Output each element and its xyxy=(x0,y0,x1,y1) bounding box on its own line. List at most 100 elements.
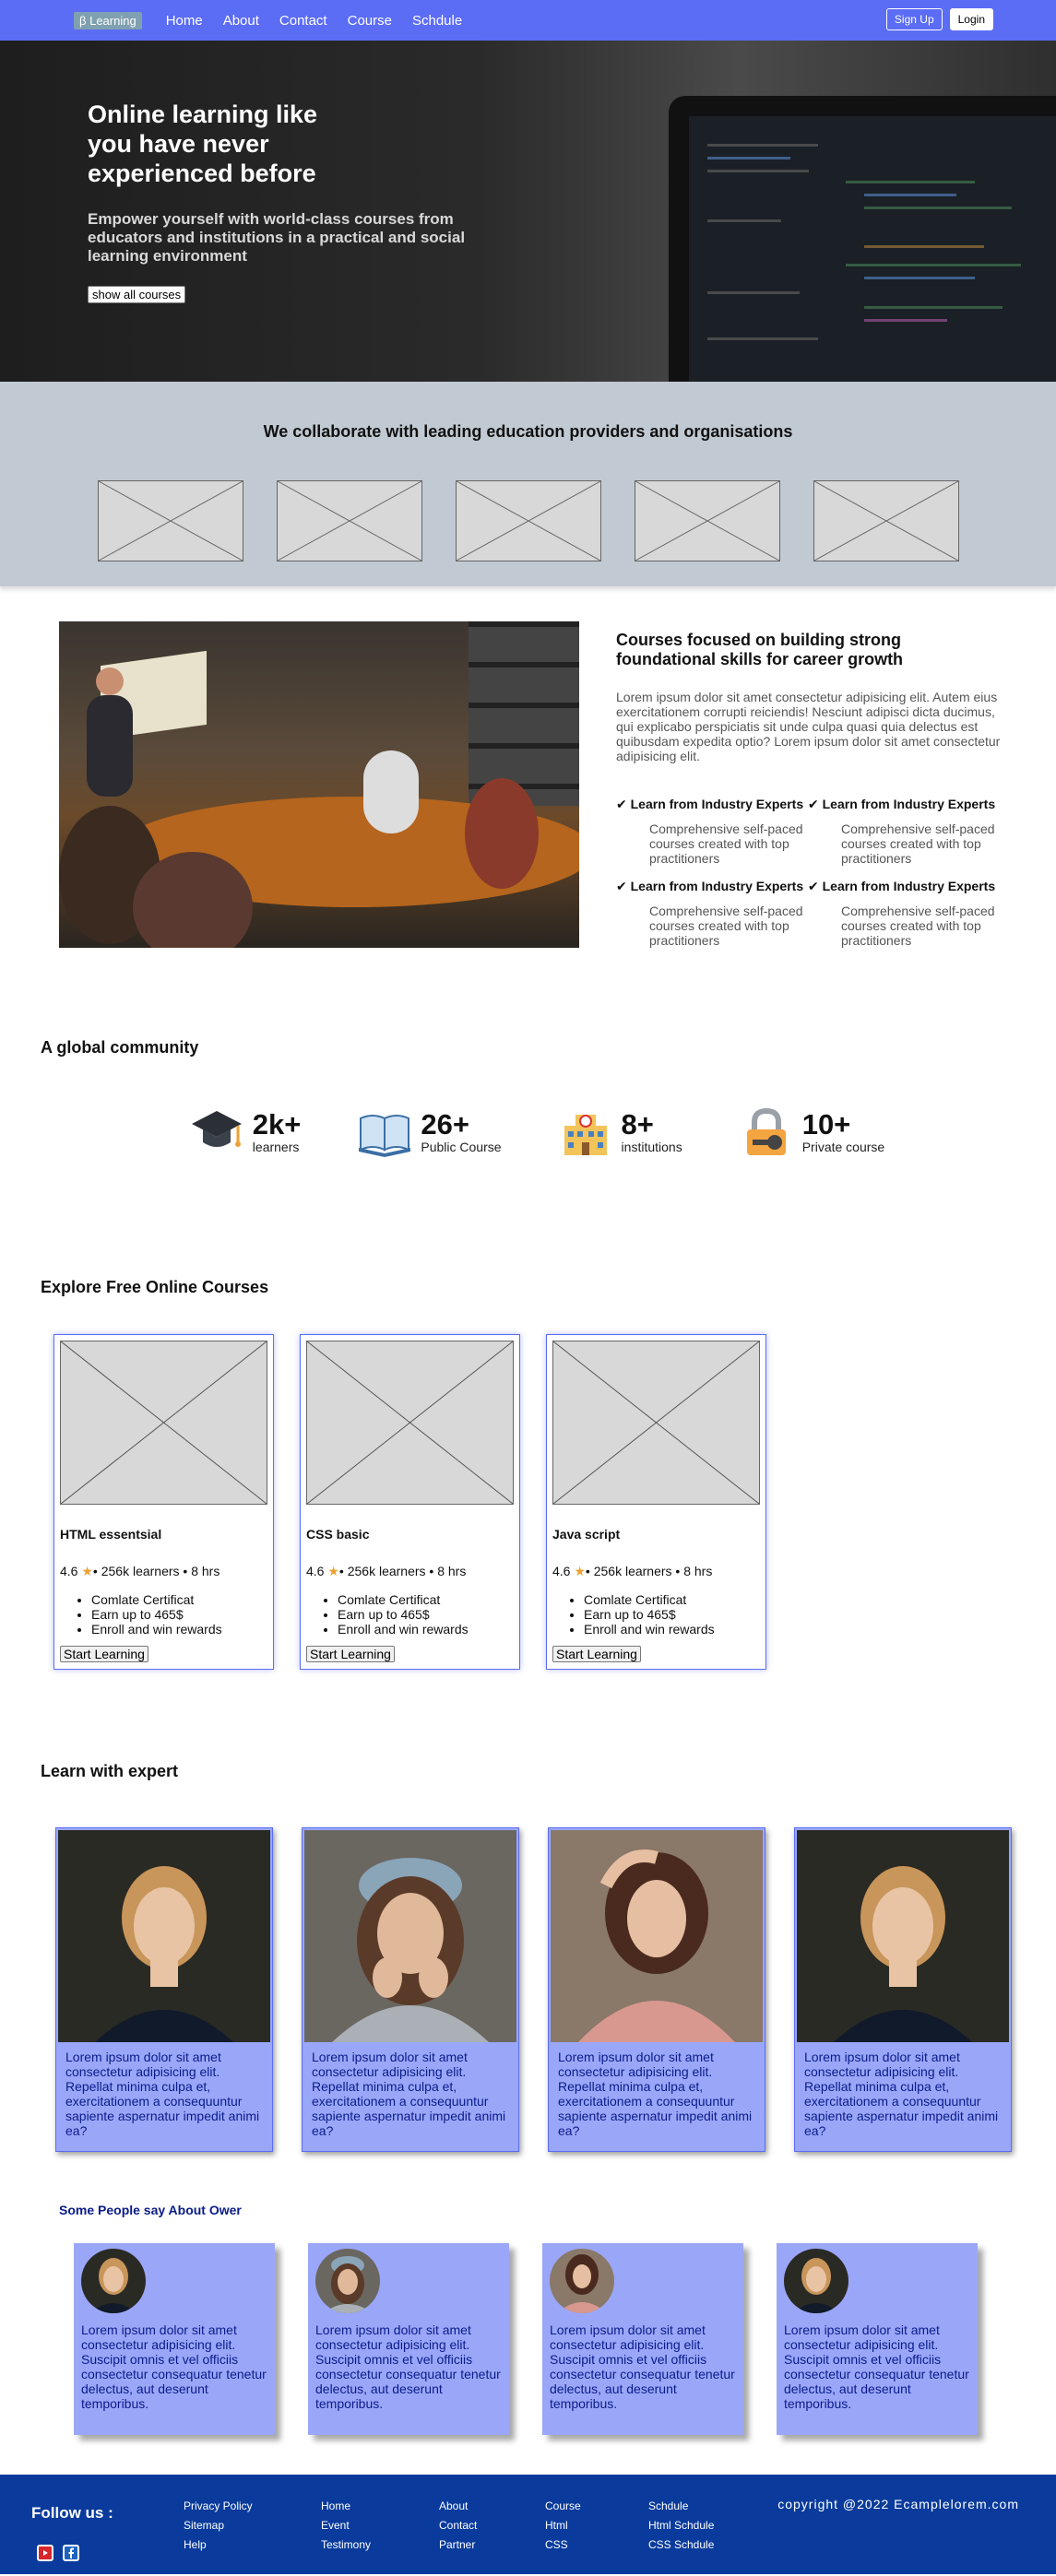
expert-photo xyxy=(58,1830,270,2042)
course-perks: Comlate Certificat Earn up to 465$ Enrol… xyxy=(60,1592,267,1637)
course-title: HTML essentsial xyxy=(60,1527,162,1542)
testimonial-card-row: Lorem ipsum dolor sit amet consectetur a… xyxy=(0,2243,1056,2435)
footer-link-html-schedule[interactable]: Html Schdule xyxy=(648,2516,714,2535)
nav-link-home[interactable]: Home xyxy=(166,13,203,29)
stat-private-course: 10+ Private course xyxy=(740,1105,884,1159)
feature-description: Comprehensive self-paced courses created… xyxy=(841,821,995,866)
expert-bio: Lorem ipsum dolor sit amet consectetur a… xyxy=(312,2050,506,2138)
footer-column-schedule: Schdule Html Schdule CSS Schdule xyxy=(648,2497,714,2555)
footer-link-event[interactable]: Event xyxy=(321,2516,371,2535)
footer-link-html[interactable]: Html xyxy=(545,2516,581,2535)
footer-link-about[interactable]: About xyxy=(439,2497,477,2516)
nav-link-about[interactable]: About xyxy=(223,13,259,29)
feature-item: ✔ Learn from Industry Experts Comprehensi… xyxy=(616,879,808,948)
footer-link-schedule[interactable]: Schdule xyxy=(648,2497,714,2516)
footer-column-legal: Privacy Policy Sitemap Help xyxy=(184,2497,253,2555)
stat-label: institutions xyxy=(621,1140,682,1154)
expert-bio: Lorem ipsum dolor sit amet consectetur a… xyxy=(558,2050,753,2138)
course-rating: 4.6 ★• 256k learners • 8 hrs xyxy=(306,1564,467,1578)
feature-description: Comprehensive self-paced courses created… xyxy=(841,904,995,948)
site-footer: Follow us : Privacy Policy Sitemap Help … xyxy=(0,2475,1056,2574)
start-learning-button[interactable]: Start Learning xyxy=(306,1646,395,1662)
stat-number: 2k+ xyxy=(252,1108,302,1140)
testimonial-text: Lorem ipsum dolor sit amet consectetur a… xyxy=(550,2322,735,2411)
stats-row: 2k+ learners 26+ Public Course 8+ instituti… xyxy=(0,1105,1056,1159)
footer-link-help[interactable]: Help xyxy=(184,2535,253,2555)
partner-logo-placeholder xyxy=(634,480,780,561)
course-card: Java script 4.6 ★• 256k learners • 8 hrs… xyxy=(546,1334,766,1670)
stat-public-course: 26+ Public Course xyxy=(358,1105,502,1159)
hero-banner: Online learning like you have never expe… xyxy=(0,41,1056,382)
feature-title: ✔ Learn from Industry Experts xyxy=(616,797,804,811)
testimonials-title: Some People say About Ower xyxy=(59,2203,242,2217)
follow-us-label: Follow us : xyxy=(31,2504,113,2522)
stat-number: 10+ xyxy=(801,1108,851,1140)
feature-item: ✔ Learn from Industry Experts Comprehensi… xyxy=(808,879,1000,948)
expert-photo xyxy=(551,1830,763,2042)
top-navbar: β Learning Home About Contact Course Sch… xyxy=(0,0,1056,41)
star-icon: ★ xyxy=(327,1564,339,1578)
free-courses-section: Explore Free Online Courses HTML essents… xyxy=(0,1278,1056,1762)
perk-item: Earn up to 465$ xyxy=(338,1607,514,1622)
copyright: copyright @2022 Ecamplelorem.com xyxy=(777,2497,1019,2511)
auth-buttons: Sign Up Login xyxy=(885,8,993,30)
perk-item: Enroll and win rewards xyxy=(338,1622,514,1637)
footer-link-partner[interactable]: Partner xyxy=(439,2535,477,2555)
focus-paragraph: Lorem ipsum dolor sit amet consectetur a… xyxy=(616,690,1001,763)
nav-link-course[interactable]: Course xyxy=(348,13,392,29)
partner-logo-placeholder xyxy=(276,480,422,561)
footer-link-css[interactable]: CSS xyxy=(545,2535,581,2555)
social-links xyxy=(37,2545,79,2561)
testimonial-text: Lorem ipsum dolor sit amet consectetur a… xyxy=(784,2322,969,2411)
course-image-placeholder xyxy=(552,1341,760,1505)
stat-institutions: 8+ institutions xyxy=(559,1105,682,1159)
signup-button[interactable]: Sign Up xyxy=(885,8,943,30)
stat-learners: 2k+ learners xyxy=(190,1105,302,1159)
footer-column-about: About Contact Partner xyxy=(439,2497,477,2555)
stat-label: learners xyxy=(252,1140,300,1154)
start-learning-button[interactable]: Start Learning xyxy=(60,1646,148,1662)
testimonial-card: Lorem ipsum dolor sit amet consectetur a… xyxy=(308,2243,509,2435)
course-image-placeholder xyxy=(306,1341,514,1505)
feature-item: ✔ Learn from Industry Experts Comprehensi… xyxy=(808,797,1000,866)
expert-card: Lorem ipsum dolor sit amet consectetur a… xyxy=(302,1827,519,2152)
footer-link-contact[interactable]: Contact xyxy=(439,2516,477,2535)
course-card: HTML essentsial 4.6 ★• 256k learners • 8… xyxy=(53,1334,274,1670)
course-card: CSS basic 4.6 ★• 256k learners • 8 hrs C… xyxy=(300,1334,520,1670)
login-button[interactable]: Login xyxy=(949,8,993,30)
footer-link-testimony[interactable]: Testimony xyxy=(321,2535,371,2555)
community-title: A global community xyxy=(41,1038,199,1057)
nav-link-schedule[interactable]: Schdule xyxy=(412,13,462,29)
expert-photo xyxy=(797,1830,1009,2042)
expert-card-row: Lorem ipsum dolor sit amet consectetur a… xyxy=(0,1827,1056,2152)
partner-logo-row xyxy=(0,480,1056,561)
start-learning-button[interactable]: Start Learning xyxy=(552,1646,641,1662)
footer-link-course[interactable]: Course xyxy=(545,2497,581,2516)
classroom-photo xyxy=(59,621,579,948)
locked-key-icon xyxy=(746,1107,786,1155)
footer-link-privacy-policy[interactable]: Privacy Policy xyxy=(184,2497,253,2516)
footer-link-home[interactable]: Home xyxy=(321,2497,371,2516)
footer-link-sitemap[interactable]: Sitemap xyxy=(184,2516,253,2535)
avatar xyxy=(784,2249,848,2313)
feature-title: ✔ Learn from Industry Experts xyxy=(808,879,996,893)
footer-link-css-schedule[interactable]: CSS Schdule xyxy=(648,2535,714,2555)
footer-column-course: Course Html CSS xyxy=(545,2497,581,2555)
nav-link-contact[interactable]: Contact xyxy=(279,13,327,29)
expert-card: Lorem ipsum dolor sit amet consectetur a… xyxy=(55,1827,273,2152)
avatar xyxy=(81,2249,146,2313)
perk-item: Earn up to 465$ xyxy=(584,1607,760,1622)
testimonial-card: Lorem ipsum dolor sit amet consectetur a… xyxy=(74,2243,275,2435)
hero-laptop-image xyxy=(669,96,1056,382)
youtube-icon[interactable] xyxy=(37,2545,53,2561)
community-section: A global community 2k+ learners 26+ Public… xyxy=(0,983,1056,1278)
graduation-cap-icon xyxy=(191,1111,242,1147)
free-courses-title: Explore Free Online Courses xyxy=(41,1278,269,1296)
footer-column-main: Home Event Testimony xyxy=(321,2497,371,2555)
show-all-courses-button[interactable]: show all courses xyxy=(88,286,186,303)
facebook-icon[interactable] xyxy=(63,2545,79,2561)
course-card-row: HTML essentsial 4.6 ★• 256k learners • 8… xyxy=(0,1334,1056,1670)
brand-logo[interactable]: β Learning xyxy=(74,11,142,30)
perk-item: Earn up to 465$ xyxy=(91,1607,267,1622)
stat-label: Private course xyxy=(801,1140,885,1154)
